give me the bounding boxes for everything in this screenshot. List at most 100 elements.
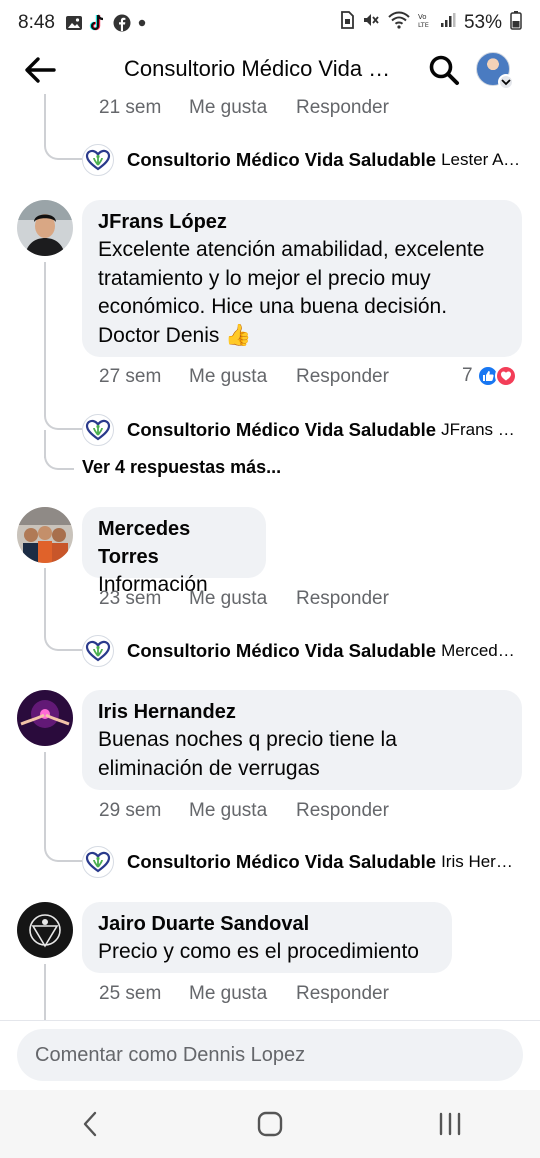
page-logo <box>82 144 114 176</box>
reply-connector <box>44 446 74 470</box>
comment-author[interactable]: Iris Hernandez <box>98 698 506 726</box>
like-button[interactable]: Me gusta <box>189 366 296 388</box>
header: Consultorio Médico Vida Saludable <box>0 46 540 94</box>
reaction-count: 7 <box>462 365 473 386</box>
comment-age: 25 sem <box>99 983 162 1004</box>
page-logo <box>82 414 114 446</box>
comment-author[interactable]: Jairo Duarte Sandoval <box>98 910 436 938</box>
tiktok-icon <box>89 13 107 33</box>
avatar[interactable] <box>17 690 73 746</box>
svg-text:LTE: LTE <box>418 21 429 29</box>
facebook-icon <box>113 14 131 32</box>
comment-input[interactable] <box>35 1043 505 1067</box>
page-reply-preview[interactable]: Consultorio Médico Vida Saludable Iris H… <box>82 845 522 879</box>
reply-button[interactable]: Responder <box>296 97 389 119</box>
heart-logo-icon <box>85 851 111 873</box>
comment-author[interactable]: Mercedes Torres <box>98 515 250 571</box>
recents-nav-icon <box>439 1112 461 1136</box>
heart-logo-icon <box>85 419 111 441</box>
system-nav-bar <box>0 1090 540 1158</box>
reply-snippet: JFrans López <box>441 420 522 439</box>
thread-line <box>44 94 46 136</box>
comment-actions: 23 sem Me gusta Responder <box>99 588 389 610</box>
page-title: Consultorio Médico Vida Saludable <box>124 56 404 81</box>
page-reply-preview[interactable]: Consultorio Médico Vida Saludable Merced… <box>82 634 522 668</box>
battery-icon <box>510 10 522 36</box>
comment-actions: 29 sem Me gusta Responder <box>99 800 389 822</box>
comment-age: 29 sem <box>99 800 162 821</box>
like-button[interactable]: Me gusta <box>189 983 296 1005</box>
reply-button[interactable]: Responder <box>296 366 389 388</box>
comment-age: 23 sem <box>99 588 162 609</box>
page-reply-preview[interactable]: Consultorio Médico Vida Saludable Lester… <box>82 143 522 177</box>
view-more-replies-link[interactable]: Ver 4 respuestas más... <box>82 457 281 478</box>
nav-home-button[interactable] <box>240 1099 300 1149</box>
battery-percent: 53% <box>463 12 502 33</box>
reply-author: Consultorio Médico Vida Saludable <box>127 640 437 661</box>
reply-snippet: Lester Ayala <box>441 150 522 169</box>
reply-button[interactable]: Responder <box>296 983 389 1005</box>
wifi-icon <box>388 11 410 35</box>
mute-icon <box>362 11 380 35</box>
composer-divider <box>0 1020 540 1021</box>
reply-button[interactable]: Responder <box>296 588 389 610</box>
comment-author[interactable]: JFrans López <box>98 208 506 236</box>
home-nav-icon <box>257 1111 283 1137</box>
reply-connector <box>44 627 82 651</box>
signal-icon <box>440 12 456 34</box>
page-logo <box>82 846 114 878</box>
reply-connector <box>44 838 82 862</box>
page-reply-preview[interactable]: Consultorio Médico Vida Saludable JFrans… <box>82 413 522 447</box>
thread-line <box>44 964 46 1020</box>
dot-icon <box>137 18 147 28</box>
back-arrow-icon <box>25 57 56 83</box>
avatar[interactable] <box>17 200 73 256</box>
comment-bubble: Mercedes Torres Información <box>82 507 266 596</box>
like-button[interactable]: Me gusta <box>189 97 296 119</box>
comment-text: Buenas noches q precio tiene la eliminac… <box>98 728 397 780</box>
reply-connector <box>44 136 82 160</box>
comment-age: 27 sem <box>99 366 162 387</box>
chevron-down-icon <box>498 74 514 90</box>
thread-line <box>44 752 46 840</box>
reply-button[interactable]: Responder <box>296 800 389 822</box>
reply-connector <box>44 406 82 430</box>
heart-logo-icon <box>85 149 111 171</box>
heart-logo-icon <box>85 640 111 662</box>
nav-recents-button[interactable] <box>420 1099 480 1149</box>
like-button[interactable]: Me gusta <box>189 800 296 822</box>
nav-back-button[interactable] <box>60 1099 120 1149</box>
comment-bubble: JFrans López Excelente atención amabilid… <box>82 200 522 357</box>
back-button[interactable] <box>20 52 60 88</box>
thread-line <box>44 262 46 412</box>
comment-actions: 25 sem Me gusta Responder <box>99 983 389 1005</box>
reply-author: Consultorio Médico Vida Saludable <box>127 149 437 170</box>
profile-switcher-button[interactable] <box>476 52 514 90</box>
volte-icon: Vo LTE <box>418 11 432 35</box>
reaction-summary[interactable]: 7 <box>462 365 517 387</box>
reply-snippet: Mercedes Torres <box>441 641 522 660</box>
comment-text: Excelente atención amabilidad, excelente… <box>98 238 485 347</box>
avatar[interactable] <box>17 507 73 563</box>
page-logo <box>82 635 114 667</box>
reply-author: Consultorio Médico Vida Saludable <box>127 851 437 872</box>
search-icon <box>429 55 459 85</box>
comment-bubble: Jairo Duarte Sandoval Precio y como es e… <box>82 902 452 973</box>
thread-line <box>44 568 46 628</box>
comment-actions: 21 sem Me gusta Responder <box>99 97 389 119</box>
gallery-icon <box>65 14 83 32</box>
status-time: 8:48 <box>18 12 55 33</box>
comment-age: 21 sem <box>99 97 162 118</box>
love-reaction-icon <box>494 365 517 387</box>
comment-composer[interactable] <box>17 1029 523 1081</box>
comment-actions: 27 sem Me gusta Responder <box>99 366 389 388</box>
comment-bubble: Iris Hernandez Buenas noches q precio ti… <box>82 690 522 790</box>
like-button[interactable]: Me gusta <box>189 588 296 610</box>
status-bar: 8:48 Vo LTE 53% <box>0 0 540 46</box>
sim-icon <box>340 11 354 35</box>
reply-snippet: Iris Hernandez <box>441 852 522 871</box>
comment-text: Precio y como es el procedimiento <box>98 940 419 963</box>
back-nav-icon <box>83 1111 97 1137</box>
avatar[interactable] <box>17 902 73 958</box>
search-button[interactable] <box>426 52 462 88</box>
